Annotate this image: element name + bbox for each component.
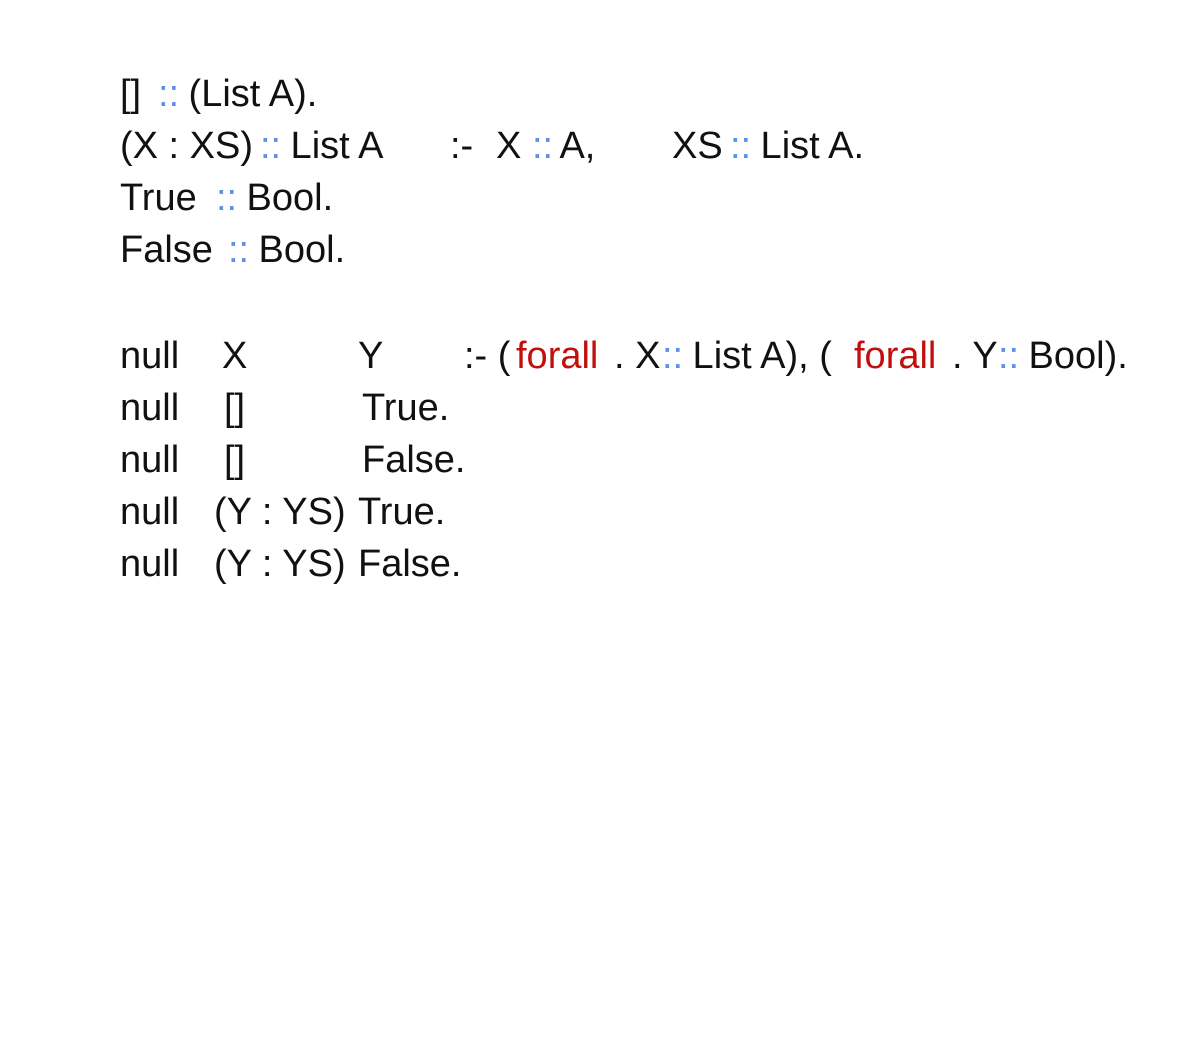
- type-operator: ::: [260, 125, 282, 167]
- slide: [] :: (List A). (X : XS) :: List A :- X …: [0, 0, 1200, 675]
- arg1: (Y : YS): [214, 543, 346, 585]
- null-signature: null X Y :- ( forall . X :: List A), ( f…: [120, 330, 1128, 382]
- code-seg: Bool.: [236, 177, 334, 219]
- arg2: False.: [358, 543, 462, 585]
- rule-separator: :-: [450, 125, 474, 167]
- arg2: True.: [362, 387, 450, 429]
- null-clause: null (Y : YS) False.: [120, 538, 461, 590]
- type-operator: ::: [532, 125, 554, 167]
- code-seg: List A: [280, 125, 384, 167]
- code-seg: (List A).: [178, 73, 318, 115]
- code-seg: List A), (: [682, 335, 832, 377]
- code-seg: X: [496, 125, 532, 167]
- predicate-name: null: [120, 543, 180, 585]
- code-seg: (X : XS): [120, 125, 264, 167]
- arg2: Y: [358, 335, 384, 377]
- code-seg: XS: [672, 125, 734, 167]
- code-seg: False: [120, 229, 224, 271]
- code-seg: List A.: [750, 125, 865, 167]
- arg2: True.: [358, 491, 446, 533]
- code-seg: Bool).: [1018, 335, 1128, 377]
- arg1: (Y : YS): [214, 491, 346, 533]
- type-operator: ::: [998, 335, 1020, 377]
- code-seg: A,: [551, 125, 596, 167]
- type-operator: ::: [228, 229, 250, 271]
- forall-keyword: forall: [854, 335, 937, 377]
- type-decl-cons: (X : XS) :: List A :- X :: A, XS :: List…: [120, 120, 864, 172]
- forall-keyword: forall: [516, 335, 599, 377]
- type-decl-true: True :: Bool.: [120, 172, 333, 224]
- arg1: X: [222, 335, 248, 377]
- predicate-name: null: [120, 439, 180, 481]
- arg2: False.: [362, 439, 466, 481]
- code-seg: True: [120, 177, 208, 219]
- type-operator: ::: [158, 73, 180, 115]
- null-clause: null [] True.: [120, 382, 449, 434]
- arg1: []: [224, 387, 246, 429]
- arg1: []: [224, 439, 246, 481]
- type-decl-nil: [] :: (List A).: [120, 68, 317, 120]
- null-clause: null [] False.: [120, 434, 465, 486]
- code-seg: []: [120, 73, 152, 115]
- type-operator: ::: [730, 125, 752, 167]
- predicate-name: null: [120, 491, 180, 533]
- type-operator: ::: [662, 335, 684, 377]
- code-seg: Bool.: [248, 229, 346, 271]
- type-decl-false: False :: Bool.: [120, 224, 345, 276]
- code-seg: :- (: [464, 335, 511, 377]
- predicate-name: null: [120, 335, 180, 377]
- null-clause: null (Y : YS) True.: [120, 486, 445, 538]
- predicate-name: null: [120, 387, 180, 429]
- type-operator: ::: [216, 177, 238, 219]
